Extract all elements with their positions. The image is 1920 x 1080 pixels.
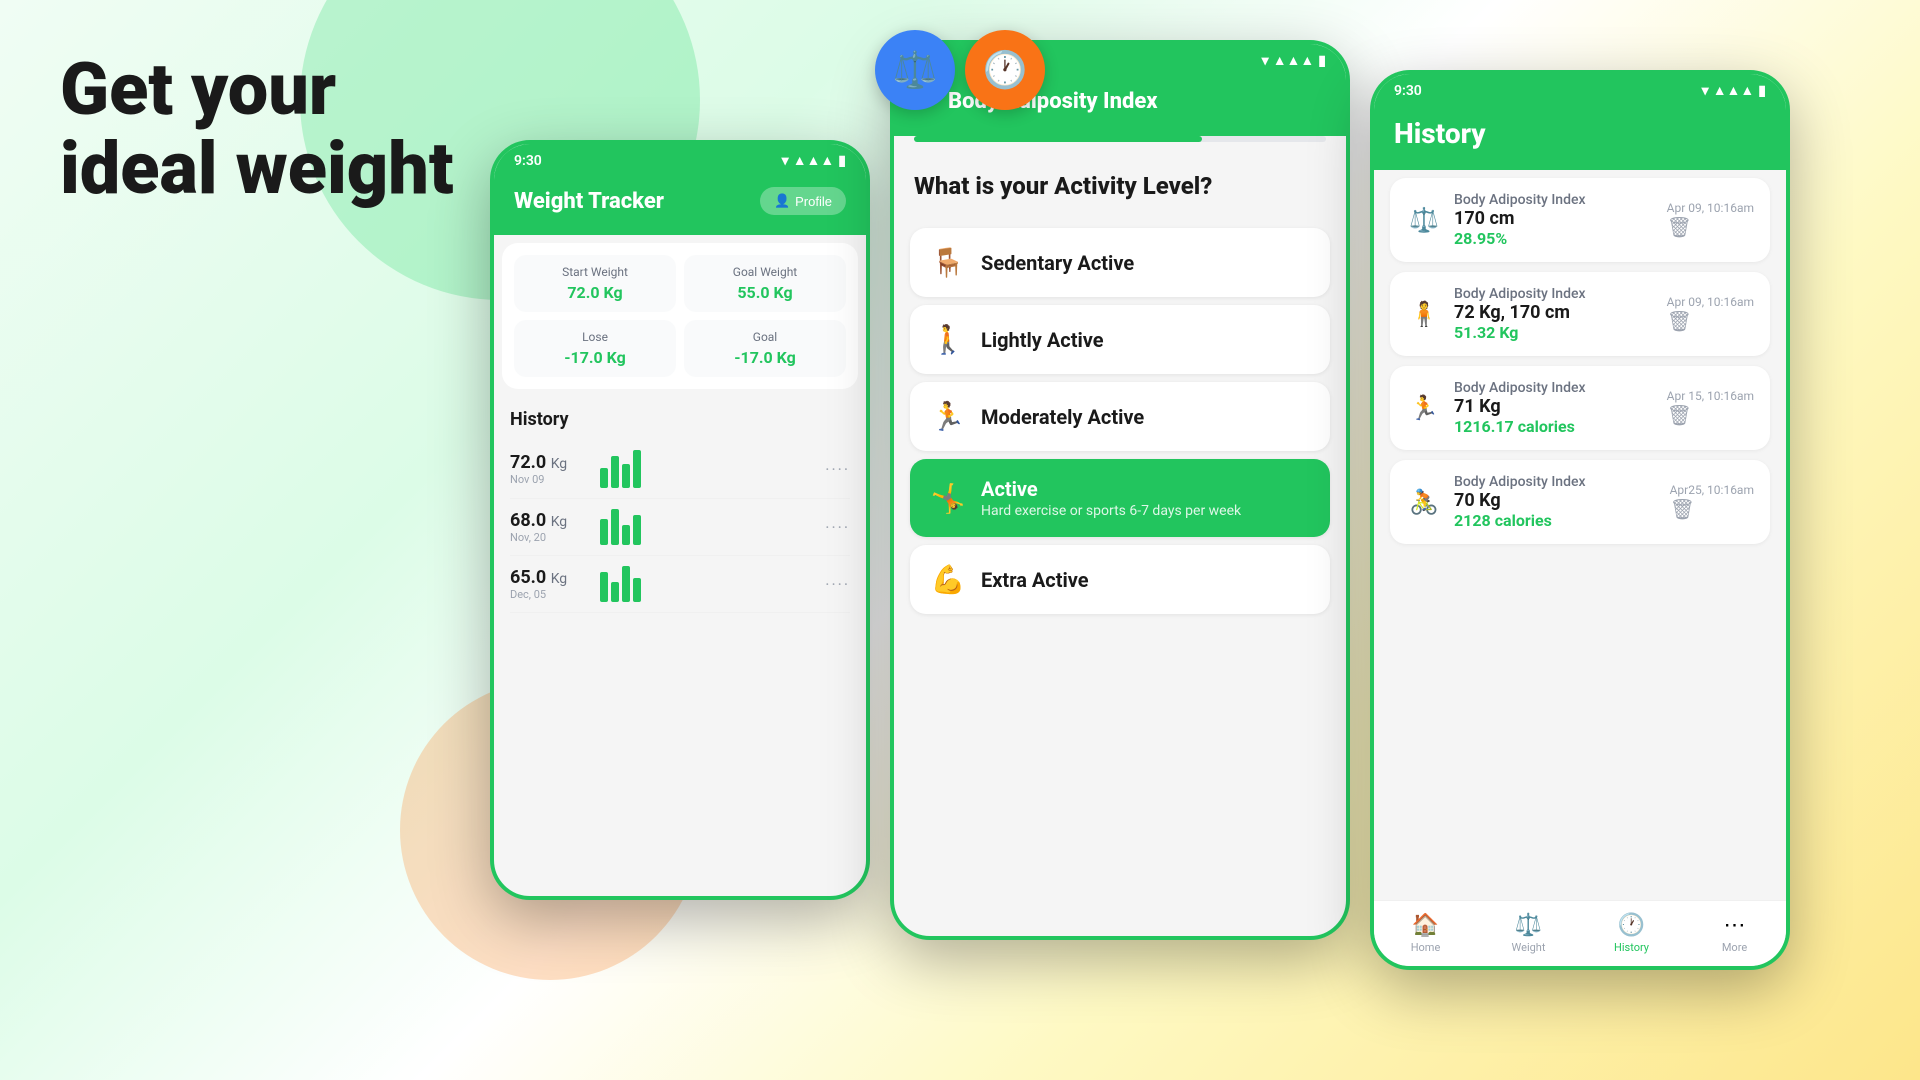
moderately-icon: 🏃 <box>930 400 966 433</box>
status-bar-1: 9:30 ▾ ▲▲▲ ▮ <box>494 144 866 177</box>
more-icon: ⋯ <box>1724 913 1746 938</box>
stat-goal-weight: Goal Weight 55.0 Kg <box>684 255 846 312</box>
record-icon-1: ⚖️ <box>1406 206 1442 234</box>
activity-lightly[interactable]: 🚶 Lightly Active <box>910 305 1330 374</box>
progress-bar-fill <box>914 136 1202 142</box>
history-record-1[interactable]: ⚖️ Body Adiposity Index 170 cm 28.95% Ap… <box>1390 178 1770 262</box>
record-icon-2: 🧍 <box>1406 300 1442 328</box>
phone3-header: History <box>1374 107 1786 170</box>
active-icon: 🤸 <box>930 482 966 515</box>
record-content-2: Body Adiposity Index 72 Kg, 170 cm 51.32… <box>1454 286 1655 342</box>
history-item-1[interactable]: 72.0 Kg Nov 09 ···· <box>510 440 850 499</box>
app-icons-container: ⚖️ 🕐 <box>875 30 1045 110</box>
wifi-icon-3: ▾ <box>1702 83 1709 99</box>
history-weight-1: 72.0 Kg Nov 09 <box>510 452 590 486</box>
history-item-2[interactable]: 68.0 Kg Nov, 20 ···· <box>510 499 850 556</box>
phone-weight-tracker: 9:30 ▾ ▲▲▲ ▮ Weight Tracker 👤 Profile St… <box>490 140 870 900</box>
delete-button-2[interactable]: 🗑 <box>1667 309 1754 333</box>
battery-icon: ▮ <box>838 153 846 169</box>
bar <box>633 578 641 602</box>
delete-button-3[interactable]: 🗑 <box>1667 403 1754 427</box>
history-bars-3 <box>600 566 815 602</box>
nav-more[interactable]: ⋯ More <box>1683 909 1786 958</box>
extra-icon: 💪 <box>930 563 966 596</box>
delete-button-1[interactable]: 🗑 <box>1667 215 1754 239</box>
history-bars-1 <box>600 450 815 488</box>
bar <box>633 515 641 545</box>
record-content-4: Body Adiposity Index 70 Kg 2128 calories <box>1454 474 1658 530</box>
record-icon-3: 🏃 <box>1406 394 1442 422</box>
history-weight-2: 68.0 Kg Nov, 20 <box>510 510 590 544</box>
bottom-nav: 🏠 Home ⚖️ Weight 🕐 History ⋯ More <box>1374 900 1786 966</box>
status-bar-3: 9:30 ▾ ▲▲▲ ▮ <box>1374 74 1786 107</box>
status-icons-1: ▾ ▲▲▲ ▮ <box>782 152 846 169</box>
history-record-3[interactable]: 🏃 Body Adiposity Index 71 Kg 1216.17 cal… <box>1390 366 1770 450</box>
stats-grid: Start Weight 72.0 Kg Goal Weight 55.0 Kg… <box>502 243 858 389</box>
bar <box>622 525 630 545</box>
history-nav-icon: 🕐 <box>1618 913 1645 938</box>
bar <box>600 519 608 545</box>
nav-weight[interactable]: ⚖️ Weight <box>1477 909 1580 958</box>
record-content-3: Body Adiposity Index 71 Kg 1216.17 calor… <box>1454 380 1655 436</box>
phone1-history-section: History 72.0 Kg Nov 09 ···· 68.0 Kg Nov, <box>494 397 866 625</box>
history-record-2[interactable]: 🧍 Body Adiposity Index 72 Kg, 170 cm 51.… <box>1390 272 1770 356</box>
wifi-icon: ▾ <box>782 153 789 169</box>
activity-extra[interactable]: 💪 Extra Active <box>910 545 1330 614</box>
history-bars-2 <box>600 509 815 545</box>
wifi-icon-2: ▾ <box>1262 53 1269 69</box>
history-record-4[interactable]: 🚴 Body Adiposity Index 70 Kg 2128 calori… <box>1390 460 1770 544</box>
phones-container: 9:30 ▾ ▲▲▲ ▮ Weight Tracker 👤 Profile St… <box>380 40 1900 970</box>
history-records-list: ⚖️ Body Adiposity Index 170 cm 28.95% Ap… <box>1374 170 1786 562</box>
profile-button[interactable]: 👤 Profile <box>760 187 846 215</box>
phone-activity-level: 9:30 ▾ ▲▲▲ ▮ ← Body Adiposity Index What… <box>890 40 1350 940</box>
bar <box>611 509 619 545</box>
home-icon: 🏠 <box>1412 913 1439 938</box>
battery-icon-3: ▮ <box>1758 83 1766 99</box>
bar <box>622 464 630 488</box>
history-weight-3: 65.0 Kg Dec, 05 <box>510 567 590 601</box>
activity-question: What is your Activity Level? <box>894 162 1346 220</box>
stat-start-weight: Start Weight 72.0 Kg <box>514 255 676 312</box>
history-page-title: History <box>1394 117 1766 150</box>
signal-icon: ▲▲▲ <box>793 152 835 169</box>
weight-tracker-title: Weight Tracker <box>514 189 664 214</box>
bar <box>611 456 619 488</box>
sedentary-icon: 🪑 <box>930 246 966 279</box>
nav-history[interactable]: 🕐 History <box>1580 909 1683 958</box>
activity-moderately[interactable]: 🏃 Moderately Active <box>910 382 1330 451</box>
bar <box>600 572 608 602</box>
scale-app-icon[interactable]: ⚖️ <box>875 30 955 110</box>
weight-icon: ⚖️ <box>1515 913 1542 938</box>
signal-icon-3: ▲▲▲ <box>1713 82 1755 99</box>
battery-icon-2: ▮ <box>1318 53 1326 69</box>
stat-goal: Goal -17.0 Kg <box>684 320 846 377</box>
bar <box>600 468 608 488</box>
nav-home[interactable]: 🏠 Home <box>1374 909 1477 958</box>
stat-lose: Lose -17.0 Kg <box>514 320 676 377</box>
phone1-header: Weight Tracker 👤 Profile <box>494 177 866 235</box>
record-icon-4: 🚴 <box>1406 488 1442 516</box>
activity-active[interactable]: 🤸 Active Hard exercise or sports 6-7 day… <box>910 459 1330 537</box>
delete-button-4[interactable]: 🗑 <box>1670 497 1754 521</box>
history-app-icon[interactable]: 🕐 <box>965 30 1045 110</box>
progress-bar-container <box>914 136 1326 142</box>
signal-icon-2: ▲▲▲ <box>1273 52 1315 69</box>
phone-history: 9:30 ▾ ▲▲▲ ▮ History ⚖️ Body Adiposity I… <box>1370 70 1790 970</box>
activity-sedentary[interactable]: 🪑 Sedentary Active <box>910 228 1330 297</box>
bar <box>611 582 619 602</box>
bar <box>633 450 641 488</box>
history-item-3[interactable]: 65.0 Kg Dec, 05 ···· <box>510 556 850 613</box>
lightly-icon: 🚶 <box>930 323 966 356</box>
record-content-1: Body Adiposity Index 170 cm 28.95% <box>1454 192 1655 248</box>
profile-icon: 👤 <box>774 193 790 209</box>
bar <box>622 566 630 602</box>
